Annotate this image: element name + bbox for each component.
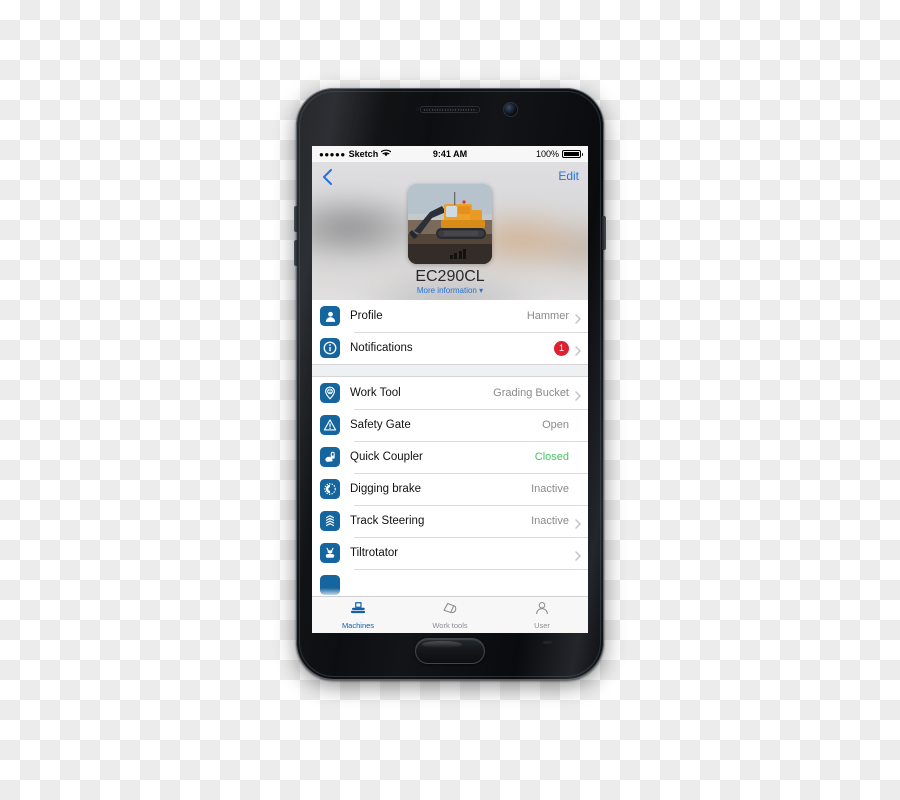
chevron-right-icon (575, 388, 581, 401)
proximity-sensor-icon (416, 107, 420, 111)
machine-name-title: EC290CL (415, 268, 485, 285)
carrier-label: Sketch (348, 149, 379, 159)
tab-machines[interactable]: Machines (312, 597, 404, 633)
list-item-notifications[interactable]: Notifications 1 (312, 332, 588, 364)
volume-down-button[interactable] (294, 240, 298, 266)
list-item-digging-brake[interactable]: Digging brake Inactive (312, 473, 588, 505)
list-item-label: Profile (350, 310, 383, 322)
chevron-right-icon (575, 311, 581, 324)
signal-strength-icon: ●●●●● (319, 149, 346, 159)
signal-bars-icon (449, 249, 466, 259)
chevron-right-icon (575, 343, 581, 356)
clock-label: 9:41 AM (432, 149, 468, 159)
partial-row-icon (320, 575, 340, 595)
power-button[interactable] (602, 216, 606, 250)
phone-device: ●●●●● Sketch 9:41 AM 100% Edit EC290CL M… (294, 88, 606, 680)
list-item-tiltrotator[interactable]: Tiltrotator (312, 537, 588, 569)
list-item-label: Work Tool (350, 387, 401, 399)
tab-label: Work tools (432, 620, 468, 630)
back-chevron-icon[interactable] (321, 168, 334, 186)
list-item-label: Safety Gate (350, 419, 411, 431)
machine-header: Edit EC290CL More information ▾ (312, 162, 588, 300)
brake-icon (320, 479, 340, 499)
person-icon (320, 306, 340, 326)
list-item-value: Closed (534, 451, 569, 463)
battery-percent-label: 100% (535, 149, 559, 159)
list-item-safety-gate[interactable]: Safety Gate Open (312, 409, 588, 441)
list-item-value: Inactive (531, 515, 569, 527)
list-item-value: Grading Bucket (493, 387, 569, 399)
canvas: ●●●●● Sketch 9:41 AM 100% Edit EC290CL M… (0, 0, 900, 800)
microphone-icon (543, 641, 552, 644)
tab-work-tools[interactable]: Work tools (404, 597, 496, 633)
list-item-label: Track Steering (350, 515, 425, 527)
chevron-right-icon (575, 516, 581, 529)
tiltrotator-icon (320, 543, 340, 563)
user-icon (533, 601, 551, 620)
group-separator (312, 364, 588, 377)
list-item-value: Inactive (531, 483, 569, 495)
list-item-value: Open (542, 419, 569, 431)
tab-label: User (534, 620, 550, 630)
more-information-link[interactable]: More information ▾ (312, 286, 588, 295)
battery-full-icon (562, 150, 583, 158)
list-item-profile[interactable]: Profile Hammer (312, 300, 588, 332)
notification-badge: 1 (554, 340, 569, 356)
list-item-label: Digging brake (350, 483, 421, 495)
phone-screen: ●●●●● Sketch 9:41 AM 100% Edit EC290CL M… (312, 146, 588, 633)
phone-body: ●●●●● Sketch 9:41 AM 100% Edit EC290CL M… (296, 88, 604, 680)
edit-button[interactable]: Edit (558, 169, 579, 183)
status-bar: ●●●●● Sketch 9:41 AM 100% (312, 146, 588, 162)
track-steering-icon (320, 511, 340, 531)
wifi-icon (380, 149, 392, 159)
list-item-work-tool[interactable]: Work Tool Grading Bucket (312, 377, 588, 409)
warning-icon (320, 415, 340, 435)
settings-group-1: Profile Hammer Notifications 1 (312, 300, 588, 364)
volume-up-button[interactable] (294, 206, 298, 232)
tab-label: Machines (341, 620, 375, 630)
list-item-quick-coupler[interactable]: Quick Coupler Closed (312, 441, 588, 473)
list-item-label: Notifications (350, 342, 413, 354)
excavator-icon (349, 601, 367, 620)
list-item-track-steering[interactable]: Track Steering Inactive (312, 505, 588, 537)
chevron-right-icon (575, 548, 581, 561)
settings-group-2: Work Tool Grading Bucket Safety Gate Ope… (312, 377, 588, 601)
info-icon (320, 338, 340, 358)
home-button[interactable] (415, 638, 485, 664)
machine-photo[interactable] (408, 184, 492, 264)
work-tool-icon (320, 383, 340, 403)
list-item-label: Quick Coupler (350, 451, 423, 463)
front-camera-icon (503, 102, 518, 117)
list-item-value: Hammer (526, 310, 569, 322)
earpiece-speaker (420, 106, 480, 113)
tab-bar: Machines Work tools User (312, 596, 588, 633)
list-item-label: Tiltrotator (350, 547, 399, 559)
tab-user[interactable]: User (496, 597, 588, 633)
quick-coupler-icon (320, 447, 340, 467)
work-tools-icon (441, 601, 459, 620)
